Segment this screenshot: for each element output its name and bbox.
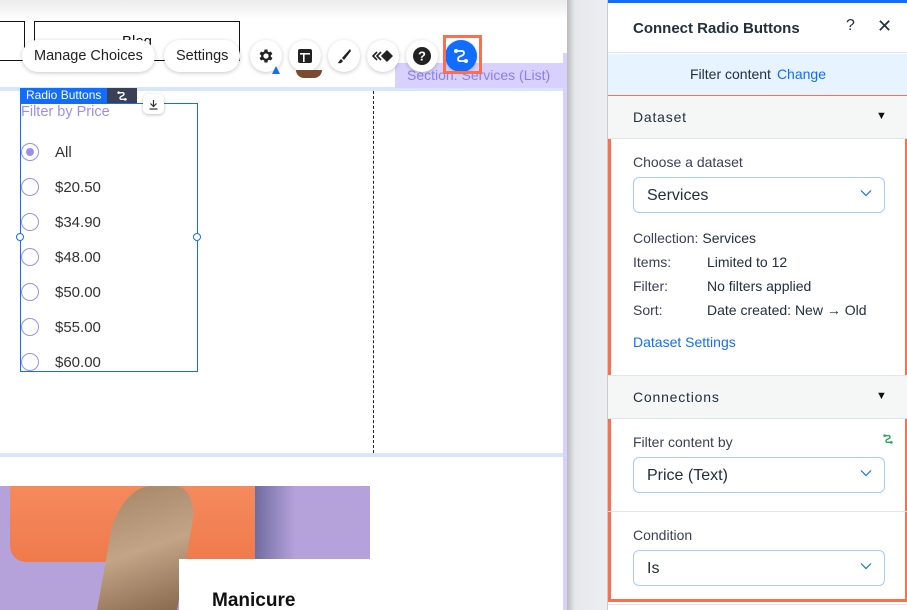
radio-option-label: $48.00 [55, 248, 101, 266]
radio-option[interactable]: $48.00 [21, 247, 101, 267]
radio-option[interactable]: $60.00 [21, 352, 101, 372]
layout-button[interactable] [289, 40, 321, 72]
panel-bottom-divider [608, 604, 907, 605]
connect-to-data-icon [117, 90, 128, 101]
radio-circle[interactable] [21, 283, 39, 301]
connected-status-icon [883, 434, 893, 444]
resize-handle-right[interactable] [193, 233, 201, 241]
help-button[interactable]: ? [406, 40, 438, 72]
detail-key: Items: [633, 254, 672, 270]
filter-field-value: Price (Text) [647, 467, 728, 484]
design-button[interactable] [328, 40, 360, 72]
connections-section-title: Connections [633, 389, 720, 405]
detail-value: Limited to 12 [707, 254, 788, 270]
choose-dataset-label: Choose a dataset [633, 154, 743, 170]
dataset-dropdown-value: Services [647, 187, 709, 204]
connections-section-header[interactable]: Connections ▼ [608, 376, 907, 419]
manage-choices-button[interactable]: Manage Choices [22, 40, 155, 72]
avatar-peek [296, 70, 322, 78]
active-tool-highlight [443, 35, 482, 74]
canvas-gutter [567, 0, 607, 610]
help-icon[interactable]: ? [846, 17, 855, 35]
chevron-down-icon [860, 190, 872, 197]
download-arrow-icon [149, 99, 158, 110]
radio-option[interactable]: $20.50 [21, 177, 101, 197]
info-bar: Filter content Change [608, 54, 907, 95]
settings-button[interactable]: Settings [164, 40, 241, 72]
dataset-detail-collection: Collection: Services [633, 230, 756, 246]
image-shadow-shape [255, 486, 295, 562]
chevron-down-icon [860, 563, 872, 570]
detail-value: Services [702, 230, 757, 246]
radio-circle[interactable] [21, 213, 39, 231]
radio-option-label: $20.50 [55, 178, 101, 196]
detail-value: No filters applied [707, 278, 812, 294]
section-divider [608, 511, 907, 512]
condition-value: Is [647, 560, 660, 577]
dataset-dropdown[interactable]: Services [633, 177, 885, 213]
pointer-arrow-icon [272, 66, 280, 74]
radio-option-label: $50.00 [55, 283, 101, 301]
info-bar-text: Filter content [690, 66, 771, 82]
radio-option-label: $55.00 [55, 318, 101, 336]
panel-title: Connect Radio Buttons [633, 20, 800, 37]
editor-canvas[interactable]: Blog Section: Services (List) Manage Cho… [0, 0, 567, 610]
condition-dropdown[interactable]: Is [633, 550, 885, 586]
dataset-detail-sort: Sort: Date created: New → Old [633, 302, 867, 318]
radio-dot [26, 148, 34, 156]
dataset-detail-items: Items: Limited to 12 [633, 254, 787, 270]
radio-circle[interactable] [21, 178, 39, 196]
dataset-section-header[interactable]: Dataset ▼ [608, 96, 907, 139]
collapse-arrow-icon: ▼ [876, 110, 887, 122]
animation-button[interactable] [367, 40, 399, 72]
connect-panel: Connect Radio Buttons ? ✕ Filter content… [607, 0, 907, 610]
gear-icon [259, 49, 273, 63]
condition-label: Condition [633, 527, 693, 543]
radio-option[interactable]: All [21, 142, 72, 162]
change-link[interactable]: Change [777, 66, 826, 82]
radio-option[interactable]: $34.90 [21, 212, 101, 232]
radio-circle[interactable] [21, 248, 39, 266]
radio-option-label: $60.00 [55, 353, 101, 371]
radio-option-label: $34.90 [55, 213, 101, 231]
detail-key: Filter: [633, 278, 668, 294]
layout-icon [298, 49, 312, 63]
dataset-settings-link[interactable]: Dataset Settings [633, 334, 736, 350]
detail-value: Date created: New → Old [707, 302, 867, 318]
resize-handle-left[interactable] [16, 233, 24, 241]
paint-brush-icon [338, 49, 351, 64]
animation-icon [372, 50, 393, 62]
canvas-top-shadow [0, 0, 567, 20]
radio-option-label: All [55, 143, 72, 161]
close-icon[interactable]: ✕ [877, 16, 892, 37]
detail-key: Sort: [633, 302, 663, 318]
filter-field-dropdown[interactable]: Price (Text) [633, 457, 885, 493]
chevron-down-icon [860, 470, 872, 477]
radio-circle[interactable] [21, 353, 39, 371]
help-icon: ? [413, 47, 431, 65]
section-bottom-border [0, 453, 567, 457]
element-tag-label: Radio Buttons [20, 88, 108, 103]
detail-key: Collection: [633, 230, 699, 246]
filter-content-by-label: Filter content by [633, 434, 733, 450]
element-connected-badge [107, 88, 138, 103]
dataset-detail-filter: Filter: No filters applied [633, 278, 811, 294]
service-card-title: Manicure [212, 590, 296, 610]
element-tag[interactable]: Radio Buttons [20, 88, 138, 103]
radio-circle-selected[interactable] [21, 143, 39, 161]
radio-circle[interactable] [21, 318, 39, 336]
radio-option[interactable]: $55.00 [21, 317, 101, 337]
radio-group-title: Filter by Price [21, 104, 110, 120]
panel-header[interactable]: Connect Radio Buttons ? ✕ [608, 3, 907, 53]
column-guide-line [373, 91, 374, 453]
radio-option[interactable]: $50.00 [21, 282, 101, 302]
collapse-arrow-icon: ▼ [876, 390, 887, 402]
svg-text:?: ? [418, 49, 426, 64]
dataset-section-title: Dataset [633, 109, 687, 125]
stretch-button[interactable] [143, 94, 164, 114]
